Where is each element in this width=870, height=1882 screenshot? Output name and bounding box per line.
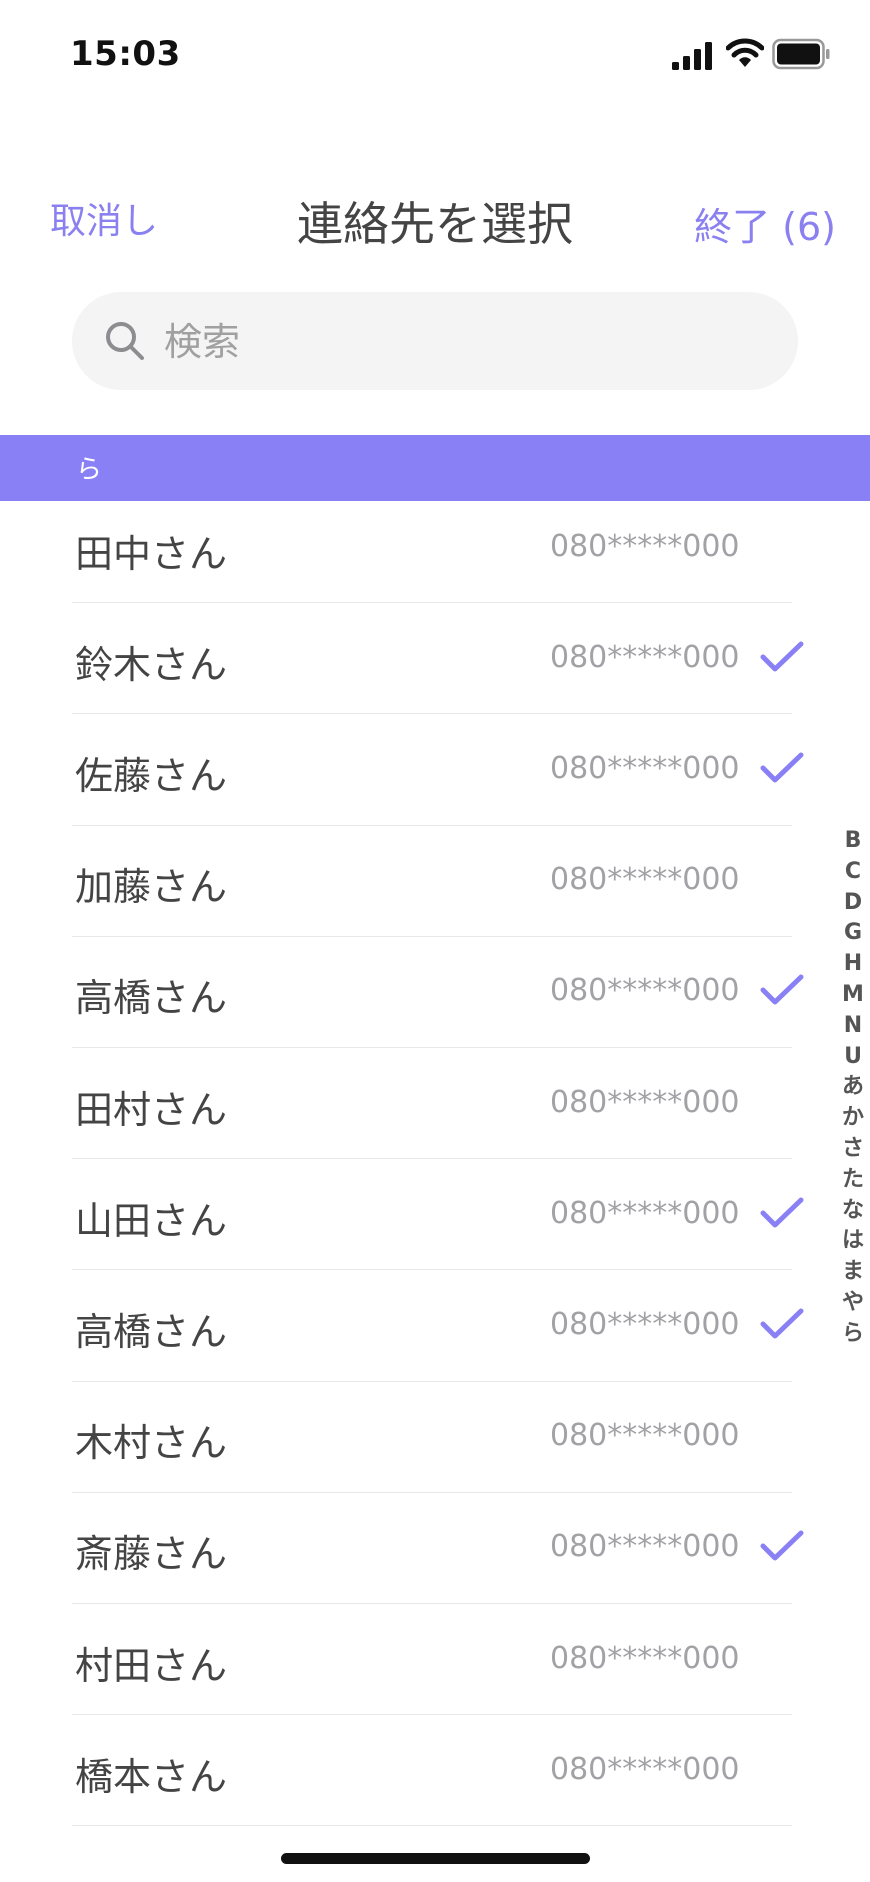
contact-row[interactable]: 橋本さん 080*****000 (72, 1714, 792, 1827)
contact-row[interactable]: 加藤さん 080*****000 (72, 825, 792, 937)
cellular-signal-icon (672, 42, 712, 70)
contact-phone: 080*****000 (550, 1306, 740, 1342)
contact-row[interactable]: 鈴木さん 080*****000 (72, 602, 804, 715)
index-letter[interactable]: た (838, 1165, 868, 1196)
index-letter[interactable]: ま (838, 1257, 868, 1288)
contact-row[interactable]: 佐藤さん 080*****000 (72, 713, 804, 826)
index-letter[interactable]: さ (838, 1134, 868, 1165)
contact-row[interactable]: 田村さん 080*****000 (72, 1047, 792, 1160)
index-letter[interactable]: な (838, 1196, 868, 1227)
index-letter[interactable]: N (838, 1011, 868, 1042)
done-button[interactable]: 終了 (6) (694, 196, 836, 251)
alphabet-index[interactable]: BCDGHMNUあかさたなはまやら (838, 826, 868, 1350)
contact-phone: 080*****000 (550, 1084, 740, 1120)
contact-name: 田中さん (75, 531, 228, 576)
contact-name: 高橋さん (75, 976, 228, 1021)
index-letter[interactable]: M (838, 980, 868, 1011)
contact-phone: 080*****000 (550, 1195, 740, 1231)
contact-name: 木村さん (75, 1421, 228, 1466)
navigation-bar: 連絡先を選択 取消し 終了 (6) (0, 180, 870, 260)
checkmark-icon (760, 974, 804, 1005)
status-time: 15:03 (70, 34, 181, 74)
index-letter[interactable]: ら (838, 1319, 868, 1350)
contact-phone: 080*****000 (550, 1418, 740, 1454)
contact-name: 鈴木さん (75, 642, 228, 687)
status-bar: 15:03 (0, 0, 870, 110)
checkmark-icon (760, 1197, 804, 1228)
contact-row[interactable]: 村田さん 080*****000 (72, 1603, 792, 1716)
contact-phone: 080*****000 (550, 639, 740, 675)
index-letter[interactable]: G (838, 918, 868, 949)
index-letter[interactable]: は (838, 1226, 868, 1257)
home-indicator (281, 1853, 590, 1864)
contact-name: 村田さん (75, 1643, 228, 1688)
checkmark-icon (760, 1530, 804, 1561)
battery-icon (772, 38, 830, 70)
contact-name: 山田さん (75, 1198, 228, 1243)
index-letter[interactable]: や (838, 1288, 868, 1319)
contact-row[interactable]: 斎藤さん 080*****000 (72, 1492, 804, 1604)
checkmark-icon (760, 1308, 804, 1339)
index-letter[interactable]: あ (838, 1072, 868, 1103)
search-bar[interactable] (72, 292, 798, 390)
wifi-icon (726, 38, 764, 67)
contact-name: 橋本さん (75, 1754, 228, 1799)
contact-name: 斎藤さん (75, 1532, 228, 1577)
contact-name: 高橋さん (75, 1309, 228, 1354)
contact-row[interactable]: 木村さん 080*****000 (72, 1381, 792, 1493)
contact-name: 加藤さん (75, 865, 228, 910)
contact-phone: 080*****000 (550, 528, 740, 564)
index-letter[interactable]: H (838, 949, 868, 980)
contact-phone: 080*****000 (550, 862, 740, 898)
search-icon (106, 322, 144, 360)
contact-phone: 080*****000 (550, 1640, 740, 1676)
contact-phone: 080*****000 (550, 750, 740, 786)
index-letter[interactable]: か (838, 1103, 868, 1134)
contact-row[interactable]: 山田さん 080*****000 (72, 1158, 804, 1271)
contact-row[interactable]: 高橋さん 080*****000 (72, 1269, 804, 1382)
cancel-button[interactable]: 取消し (50, 192, 158, 244)
contact-row[interactable]: 高橋さん 080*****000 (72, 936, 804, 1048)
search-input[interactable] (162, 314, 766, 370)
index-letter[interactable]: C (838, 857, 868, 888)
section-header-label: ら (76, 455, 103, 485)
contact-name: 佐藤さん (75, 753, 228, 798)
checkmark-icon (760, 752, 804, 783)
index-letter[interactable]: B (838, 826, 868, 857)
contact-phone: 080*****000 (550, 973, 740, 1009)
contact-row[interactable]: 田中さん 080*****000 (72, 491, 792, 604)
contact-name: 田村さん (75, 1087, 228, 1132)
index-letter[interactable]: U (838, 1042, 868, 1073)
checkmark-icon (760, 641, 804, 672)
index-letter[interactable]: D (838, 888, 868, 919)
contact-phone: 080*****000 (550, 1751, 740, 1787)
contact-phone: 080*****000 (550, 1529, 740, 1565)
